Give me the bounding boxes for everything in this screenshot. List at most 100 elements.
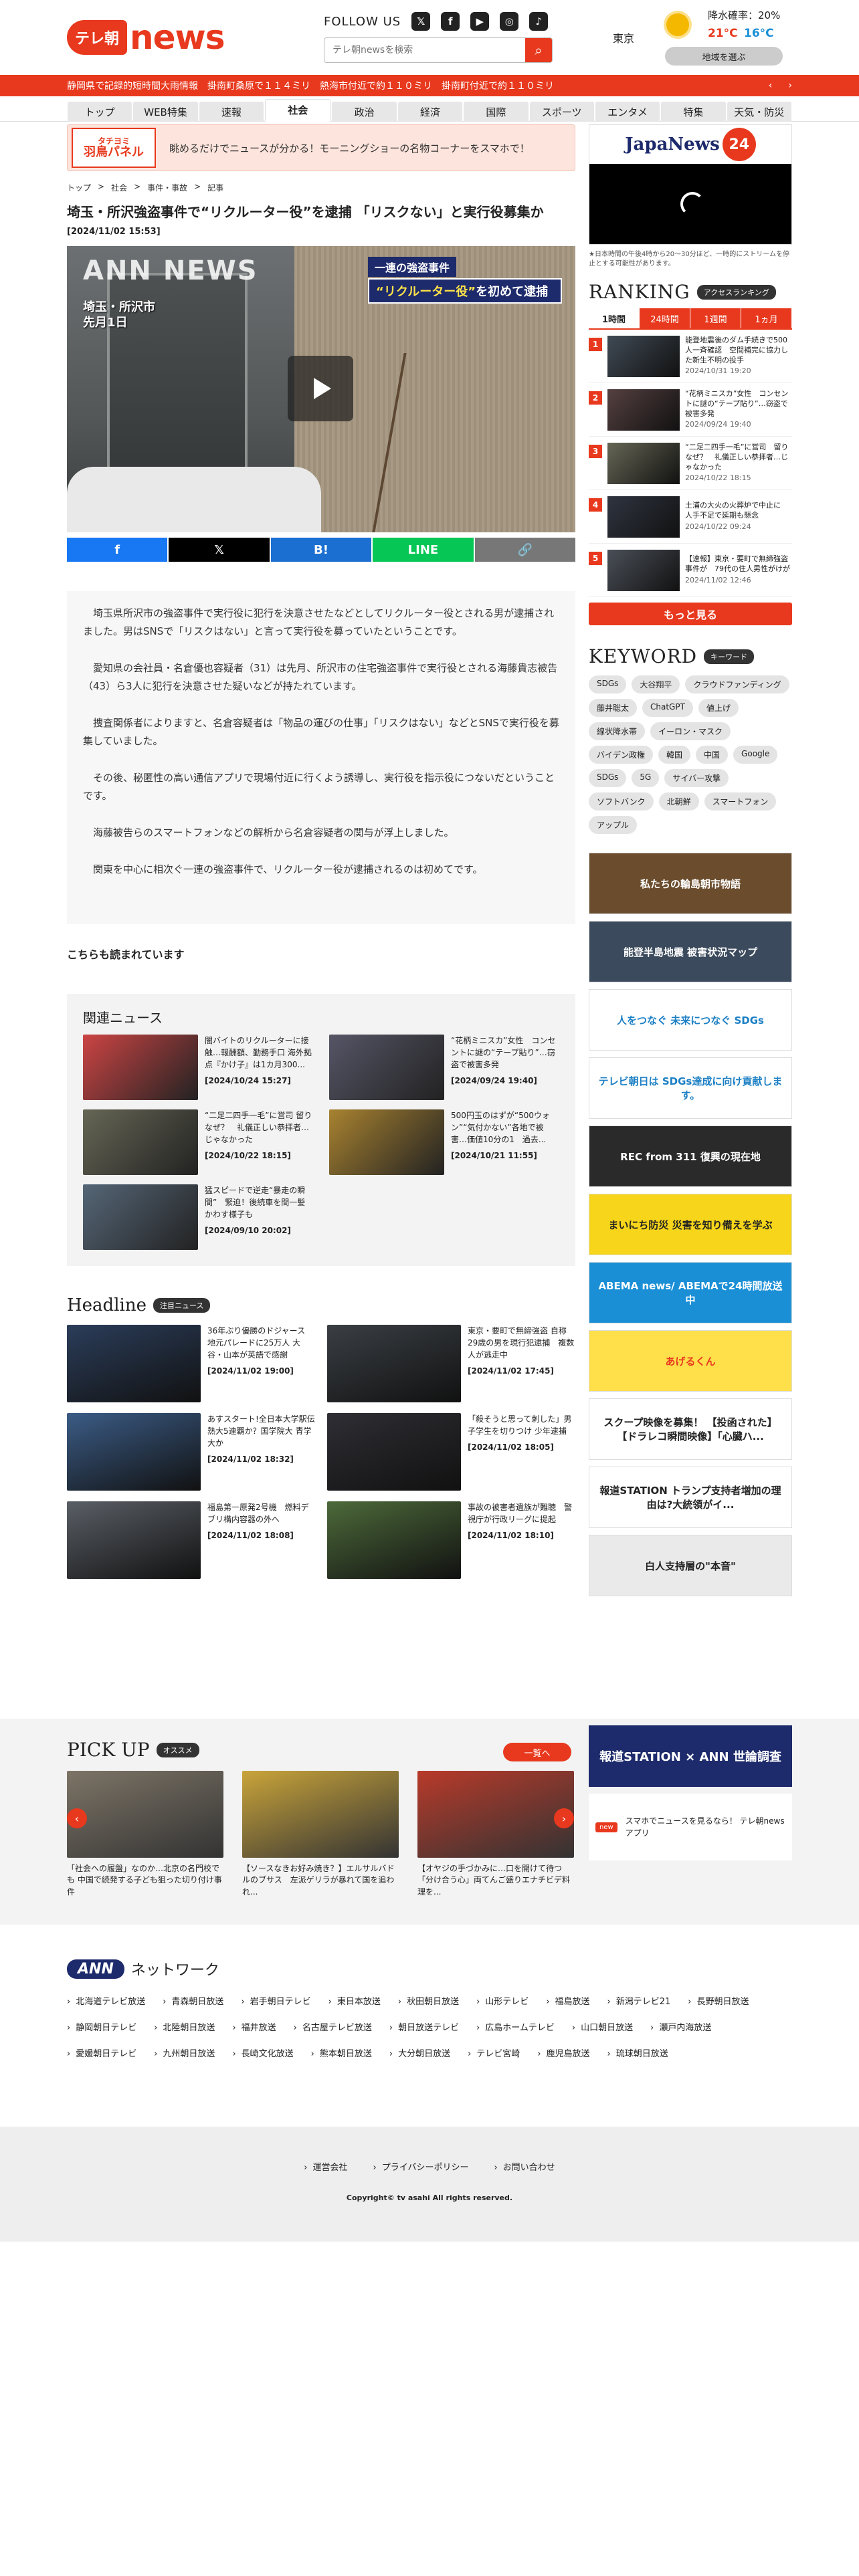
pickup-item[interactable]: 【オヤジの手づかみに…口を開けて待つ「分け合う心」両てんご盛りエナチビデ料理を.…: [417, 1771, 574, 1898]
app-banner[interactable]: new スマホでニュースを見るなら！ テレ朝newsアプリ: [589, 1794, 792, 1860]
ad-ageruku[interactable]: あげるくん: [589, 1330, 792, 1392]
pickup-prev-icon[interactable]: ‹: [67, 1808, 87, 1828]
pickup-title[interactable]: 【オヤジの手づかみに…口を開けて待つ「分け合う心」両てんご盛りエナチビデ料理を.…: [417, 1863, 574, 1898]
ann-station-link[interactable]: 北陸朝日放送: [154, 2020, 215, 2033]
headline-thumbnail[interactable]: [327, 1501, 461, 1579]
related-title[interactable]: 猛スピードで逆走“暴走の瞬間” 緊迫！後続車を間一髪かわす様子も: [205, 1184, 313, 1220]
ranking-title[interactable]: 【速報】東京・要町で無締強盗事件が 79代の住人男性がけが: [685, 554, 792, 574]
related-thumbnail[interactable]: [83, 1184, 198, 1250]
pickup-all-button[interactable]: 一覧へ: [503, 1743, 571, 1761]
footer-link[interactable]: プライバシーポリシー: [373, 2160, 469, 2173]
breadcrumb-item[interactable]: 事件・事故: [147, 182, 187, 193]
ann-station-link[interactable]: 秋田朝日放送: [398, 1994, 459, 2007]
copy-link-button[interactable]: 🔗: [474, 538, 576, 562]
ann-station-link[interactable]: 北海道テレビ放送: [67, 1994, 145, 2007]
nav-tab[interactable]: トップ: [68, 102, 132, 122]
pickup-thumbnail[interactable]: [242, 1771, 399, 1858]
ann-station-link[interactable]: 九州朝日放送: [154, 2046, 215, 2059]
ann-station-link[interactable]: 青森朝日放送: [163, 1994, 223, 2007]
nav-tab[interactable]: WEB特集: [133, 102, 198, 122]
ann-station-link[interactable]: 福井放送: [232, 2020, 276, 2033]
keyword-tag[interactable]: 大谷翔平: [632, 675, 680, 693]
related-title[interactable]: 500円玉のはずが“500ウォン”“気付かない”各地で被害…価値10分の1 過去…: [451, 1109, 559, 1146]
ranking-tab[interactable]: 24時間: [640, 308, 690, 328]
related-title[interactable]: “二足二四手一毛”に営司 留り なぜ？ 礼儀正しい恭拝者…じゃなかった: [205, 1109, 320, 1146]
keyword-tag[interactable]: クラウドファンディング: [685, 675, 789, 693]
ann-station-link[interactable]: 朝日放送テレビ: [389, 2020, 459, 2033]
ann-station-link[interactable]: 鹿児島放送: [537, 2046, 590, 2059]
ann-station-link[interactable]: 瀬戸内海放送: [650, 2020, 711, 2033]
poll-banner[interactable]: 報道STATION × ANN 世論調査: [589, 1725, 792, 1787]
keyword-tag[interactable]: バイデン政権: [589, 746, 654, 764]
related-item[interactable]: 闇バイトのリクルーターに接触…報酬額、勤務手口 海外拠点『かけ子』は1カ月300…: [83, 1035, 313, 1100]
nav-tab[interactable]: 国際: [464, 102, 529, 122]
ad-noto-map[interactable]: 能登半島地震 被害状況マップ: [589, 921, 792, 982]
headline-thumbnail[interactable]: [67, 1501, 201, 1579]
ad-hodo-station[interactable]: 報道STATION トランプ支持者増加の理由は?大統領がイ...: [589, 1467, 792, 1528]
keyword-tag[interactable]: 5G: [632, 769, 660, 787]
ann-station-link[interactable]: 東日本放送: [328, 1994, 381, 2007]
ann-station-link[interactable]: 静岡朝日テレビ: [67, 2020, 136, 2033]
ticker-prev-icon[interactable]: ‹: [769, 80, 773, 91]
headline-thumbnail[interactable]: [327, 1325, 461, 1402]
ranking-item[interactable]: 2 “花柄ミニスカ”女性 コンセントに謎の“テープ貼り”…窃盗で被害多発 2024/…: [589, 383, 792, 437]
keyword-tag[interactable]: SDGs: [589, 675, 627, 693]
ann-station-link[interactable]: 大分朝日放送: [389, 2046, 450, 2059]
headline-title[interactable]: あすスタート!全日本大学駅伝 熱大5連覇か？国学院大 青学大か: [207, 1413, 323, 1449]
x-icon[interactable]: 𝕏: [411, 12, 431, 31]
keyword-tag[interactable]: 値上げ: [698, 699, 739, 717]
more-button[interactable]: もっと見る: [589, 603, 792, 625]
ranking-tab[interactable]: 1週間: [690, 308, 741, 328]
nav-tab[interactable]: 特集: [661, 102, 726, 122]
footer-link[interactable]: お問い合わせ: [494, 2160, 555, 2173]
x-share-button[interactable]: 𝕏: [169, 538, 270, 562]
breadcrumb-item[interactable]: 社会: [111, 182, 127, 193]
ranking-tab[interactable]: 1ヵ月: [741, 308, 792, 328]
headline-title[interactable]: 36年ぶり優勝のドジャース 地元パレードに25万人 大谷・山本が英語で感謝: [207, 1325, 315, 1361]
ranking-tab[interactable]: 1時間: [589, 308, 640, 328]
nav-tab[interactable]: 社会: [265, 99, 331, 122]
headline-item[interactable]: 36年ぶり優勝のドジャース 地元パレードに25万人 大谷・山本が英語で感謝 [20…: [67, 1325, 315, 1405]
headline-title[interactable]: 事故の被害者遺族が難聴 警視庁が行政リーグに提起: [468, 1501, 575, 1525]
ann-station-link[interactable]: 愛媛朝日テレビ: [67, 2046, 136, 2059]
ad-sdgs[interactable]: 人をつなぐ 未来につなぐ SDGs: [589, 989, 792, 1051]
headline-item[interactable]: 事故の被害者遺族が難聴 警視庁が行政リーグに提起 [2024/11/02 18:1…: [327, 1501, 575, 1582]
youtube-icon[interactable]: ▶: [470, 12, 490, 31]
ann-station-link[interactable]: 琉球朝日放送: [607, 2046, 668, 2059]
related-item[interactable]: 猛スピードで逆走“暴走の瞬間” 緊迫！後続車を間一髪かわす様子も [2024/09…: [83, 1184, 313, 1250]
headline-item[interactable]: 東京・要町で無締強盗 自称29歳の男を現行犯逮捕 複数人が逃走中 [2024/11…: [327, 1325, 575, 1405]
search-input[interactable]: [324, 38, 525, 62]
headline-title[interactable]: 「殺そうと思って刺した」男子学生を切りつけ 少年逮捕: [468, 1413, 575, 1437]
keyword-tag[interactable]: イーロン・マスク: [650, 722, 731, 740]
keyword-tag[interactable]: SDGs: [589, 769, 627, 787]
ad-scoop[interactable]: スクープ映像を募集！ 【投函された】【ドラレコ瞬間映像】「心臓ハ...: [589, 1398, 792, 1460]
headline-item[interactable]: 「殺そうと思って刺した」男子学生を切りつけ 少年逮捕 [2024/11/02 18…: [327, 1413, 575, 1493]
nav-tab[interactable]: エンタメ: [595, 102, 660, 122]
headline-thumbnail[interactable]: [327, 1413, 461, 1491]
ranking-title[interactable]: 土浦の大火の火葬炉で中止に 人手不足で延期も懸念: [685, 501, 792, 521]
related-item[interactable]: “二足二四手一毛”に営司 留り なぜ？ 礼儀正しい恭拝者…じゃなかった [2024…: [83, 1109, 320, 1175]
headline-title[interactable]: 福島第一原発2号機 燃料デブリ構内容器の外へ: [207, 1501, 315, 1525]
pickup-thumbnail[interactable]: [417, 1771, 574, 1858]
ad-abema[interactable]: ABEMA news/ ABEMAで24時間放送中: [589, 1262, 792, 1323]
nav-tab[interactable]: 政治: [332, 102, 397, 122]
ranking-title[interactable]: “花柄ミニスカ”女性 コンセントに謎の“テープ貼り”…窃盗で被害多発: [685, 389, 792, 419]
ann-station-link[interactable]: 熊本朝日放送: [311, 2046, 372, 2059]
facebook-share-button[interactable]: f: [67, 538, 168, 562]
ad-tvasahi-sdgs[interactable]: テレビ朝日は SDGs達成に向け貢献します。: [589, 1057, 792, 1119]
promo-banner[interactable]: タチヨミ 羽鳥パネル 眺めるだけでニュースが分かる！モーニングショーの名物コーナ…: [67, 124, 575, 171]
keyword-tag[interactable]: 藤井聡太: [589, 699, 638, 717]
ranking-item[interactable]: 3 “二足二四手一毛”に営司 留り なぜ？ 礼儀正しい恭拝者…じゃなかった 2024…: [589, 437, 795, 490]
keyword-tag[interactable]: Google: [733, 746, 778, 764]
nav-tab[interactable]: スポーツ: [529, 102, 594, 122]
site-logo[interactable]: テレ朝 news: [67, 13, 225, 62]
pickup-title[interactable]: 【ソースなきお好み焼き？】エルサルバドルのブサス 左派ゲリラが暴れて国を追われ.…: [242, 1863, 399, 1898]
footer-link[interactable]: 運営会社: [304, 2160, 348, 2173]
headline-item[interactable]: あすスタート!全日本大学駅伝 熱大5連覇か？国学院大 青学大か [2024/11/…: [67, 1413, 323, 1493]
ad-bousai[interactable]: まいにち防災 災害を知り備えを学ぶ: [589, 1194, 792, 1255]
ann-station-link[interactable]: 山形テレビ: [476, 1994, 529, 2007]
headline-thumbnail[interactable]: [67, 1325, 201, 1402]
play-icon[interactable]: [288, 356, 353, 421]
instagram-icon[interactable]: ◎: [500, 12, 519, 31]
pickup-next-icon[interactable]: ›: [554, 1808, 574, 1828]
